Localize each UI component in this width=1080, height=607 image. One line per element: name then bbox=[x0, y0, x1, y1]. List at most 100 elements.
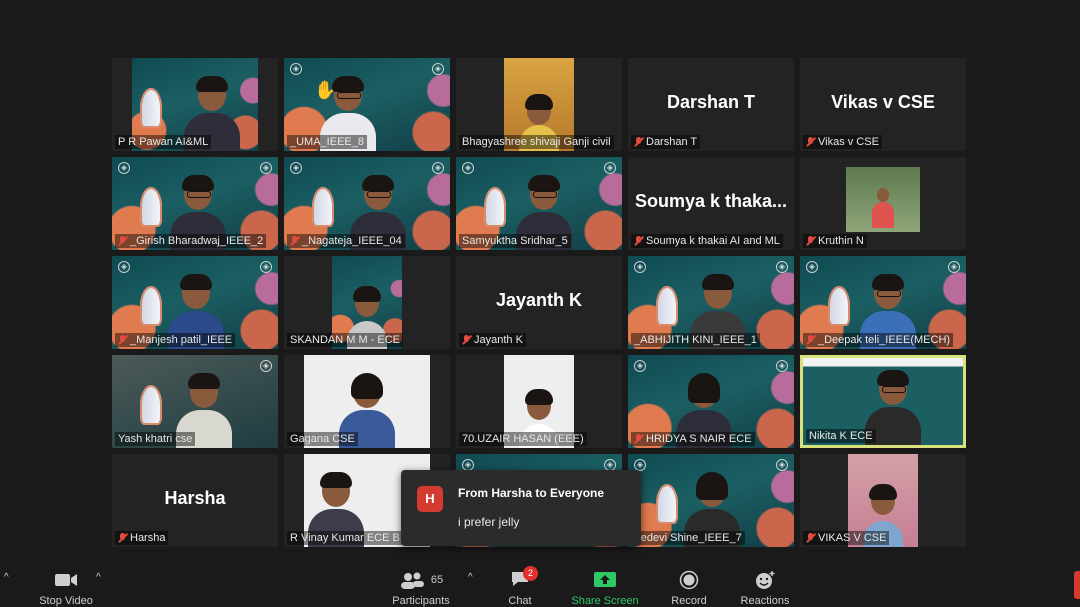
participant-tile[interactable]: ◈ ◈ _Nagateja_IEEE_04 bbox=[284, 157, 450, 250]
stop-video-label: Stop Video bbox=[39, 595, 93, 607]
participant-nametag: Bhagyashree shivaji Ganji civil bbox=[459, 135, 614, 149]
rocket-background-graphic bbox=[484, 187, 506, 227]
participant-nametag: _UMA_IEEE_8 bbox=[287, 135, 367, 149]
participants-icon bbox=[400, 572, 424, 589]
mic-muted-icon bbox=[634, 137, 643, 147]
participant-tile[interactable]: ◈ ◈ Samyuktha Sridhar_5 bbox=[456, 157, 622, 250]
participant-nametag: VIKAS V CSE bbox=[803, 531, 890, 545]
participant-display-name: Vikas v CSE bbox=[831, 92, 935, 112]
participant-nametag: SKANDAN M M - ECE bbox=[287, 333, 404, 347]
virtual-bg-icon: ◈ bbox=[462, 162, 474, 174]
participant-nametag: Nikita K ECE bbox=[806, 429, 876, 443]
participant-nametag: _Manjesh patil_IEEE bbox=[115, 333, 236, 347]
record-icon bbox=[679, 570, 699, 590]
participant-tile[interactable]: SKANDAN M M - ECE bbox=[284, 256, 450, 349]
mic-muted-icon bbox=[118, 533, 127, 543]
participant-tile[interactable]: Jayanth K Jayanth K bbox=[456, 256, 622, 349]
rocket-background-graphic bbox=[828, 286, 850, 326]
virtual-bg-icon: ◈ bbox=[634, 261, 646, 273]
participant-tile[interactable]: ◈ ◈ _ABHIJITH KINI_IEEE_1 bbox=[628, 256, 794, 349]
mic-muted-icon bbox=[118, 335, 127, 345]
virtual-bg-icon: ◈ bbox=[948, 261, 960, 273]
active-speaker-tile[interactable]: Nikita K ECE bbox=[800, 355, 966, 448]
participant-nametag: Gagana CSE bbox=[287, 432, 358, 446]
virtual-bg-icon: ◈ bbox=[260, 261, 272, 273]
video-options-caret-icon[interactable]: ^ bbox=[96, 572, 101, 583]
record-label: Record bbox=[671, 595, 707, 607]
participant-tile[interactable]: ◈ ◈ _Manjesh patil_IEEE bbox=[112, 256, 278, 349]
end-meeting-edge[interactable] bbox=[1074, 571, 1080, 599]
participant-nametag: Kruthin N bbox=[803, 234, 867, 248]
participant-nametag: Harsha bbox=[115, 531, 169, 545]
rocket-background-graphic bbox=[656, 484, 678, 524]
participant-nametag: Soumya k thakai AI and ML bbox=[631, 234, 783, 248]
audio-options-caret-icon[interactable]: ^ bbox=[4, 572, 9, 583]
participant-tile[interactable]: 70.UZAIR HASAN (EEE) bbox=[456, 355, 622, 448]
chat-button[interactable]: 2 Chat bbox=[500, 565, 540, 607]
participant-nametag: Samyuktha Sridhar_5 bbox=[459, 234, 571, 248]
mic-muted-icon bbox=[634, 236, 643, 246]
rocket-background-graphic bbox=[656, 286, 678, 326]
participant-display-name: Darshan T bbox=[666, 92, 756, 112]
virtual-bg-icon: ◈ bbox=[260, 162, 272, 174]
record-button[interactable]: Record bbox=[666, 567, 712, 607]
rocket-background-graphic bbox=[312, 187, 334, 227]
participant-nametag: reedevi Shine_IEEE_7 bbox=[628, 531, 745, 545]
sender-avatar: H bbox=[417, 486, 443, 512]
virtual-bg-icon: ◈ bbox=[776, 459, 788, 471]
rocket-background-graphic bbox=[140, 187, 162, 227]
participant-tile[interactable]: VIKAS V CSE bbox=[800, 454, 966, 547]
reactions-button[interactable]: Reactions bbox=[736, 567, 794, 607]
participant-tile[interactable]: ◈ ◈ HRIDYA S NAIR ECE bbox=[628, 355, 794, 448]
participants-button[interactable]: 65 Participants bbox=[388, 567, 454, 607]
participant-tile[interactable]: P R Pawan AI&ML bbox=[112, 58, 278, 151]
participant-tile[interactable]: Darshan T Darshan T bbox=[628, 58, 794, 151]
participant-tile[interactable]: Harsha Harsha bbox=[112, 454, 278, 547]
participant-nametag: Yash khatri cse bbox=[115, 432, 196, 446]
virtual-bg-icon: ◈ bbox=[634, 360, 646, 372]
participant-tile[interactable]: ◈ ◈ ✋ _UMA_IEEE_8 bbox=[284, 58, 450, 151]
participant-tile[interactable]: Soumya k thaka... Soumya k thakai AI and… bbox=[628, 157, 794, 250]
participant-tile[interactable]: Gagana CSE bbox=[284, 355, 450, 448]
rocket-background-graphic bbox=[140, 385, 162, 425]
participants-options-caret-icon[interactable]: ^ bbox=[468, 572, 473, 583]
participant-display-name: Jayanth K bbox=[495, 290, 583, 310]
participant-display-name: Harsha bbox=[164, 488, 226, 508]
participant-tile[interactable]: ◈ ◈ _Deepak teli_IEEE(MECH) bbox=[800, 256, 966, 349]
participant-nametag: _Girish Bharadwaj_IEEE_2 bbox=[115, 234, 267, 248]
participant-nametag: Vikas v CSE bbox=[803, 135, 882, 149]
virtual-bg-icon: ◈ bbox=[604, 162, 616, 174]
participant-nametag: _Deepak teli_IEEE(MECH) bbox=[803, 333, 954, 347]
mic-muted-icon bbox=[806, 533, 815, 543]
rocket-background-graphic bbox=[140, 286, 162, 326]
mic-muted-icon bbox=[290, 236, 299, 246]
virtual-bg-icon: ◈ bbox=[806, 261, 818, 273]
virtual-bg-icon: ◈ bbox=[290, 162, 302, 174]
participant-tile[interactable]: Bhagyashree shivaji Ganji civil bbox=[456, 58, 622, 151]
participant-nametag: _Nagateja_IEEE_04 bbox=[287, 234, 405, 248]
participant-tile[interactable]: ◈ Yash khatri cse bbox=[112, 355, 278, 448]
participants-label: Participants bbox=[392, 595, 450, 607]
participant-tile[interactable]: ◈ ◈ _Girish Bharadwaj_IEEE_2 bbox=[112, 157, 278, 250]
participant-tile[interactable]: Kruthin N bbox=[800, 157, 966, 250]
participant-tile[interactable]: ◈ ◈ reedevi Shine_IEEE_7 bbox=[628, 454, 794, 547]
participants-count: 65 bbox=[430, 574, 444, 586]
participant-tile[interactable]: Vikas v CSE Vikas v CSE bbox=[800, 58, 966, 151]
virtual-bg-icon: ◈ bbox=[260, 360, 272, 372]
virtual-bg-icon: ◈ bbox=[776, 261, 788, 273]
chat-notification[interactable]: H From Harsha to Everyone i prefer jelly bbox=[401, 470, 641, 546]
participant-nametag: _ABHIJITH KINI_IEEE_1 bbox=[631, 333, 760, 347]
video-camera-icon bbox=[55, 574, 77, 586]
share-screen-button[interactable]: Share Screen bbox=[568, 567, 642, 607]
stop-video-button[interactable]: Stop Video bbox=[36, 567, 96, 607]
mic-muted-icon bbox=[118, 236, 127, 246]
participant-display-name: Soumya k thaka... bbox=[634, 191, 788, 211]
virtual-bg-icon: ◈ bbox=[118, 162, 130, 174]
meeting-toolbar: ^ Stop Video ^ 65 Participants ^ 2 Chat … bbox=[0, 559, 1080, 607]
share-screen-label: Share Screen bbox=[571, 595, 639, 607]
participant-nametag: P R Pawan AI&ML bbox=[115, 135, 212, 149]
virtual-bg-icon: ◈ bbox=[776, 360, 788, 372]
participant-nametag: R Vinay Kumar ECE B bbox=[287, 531, 403, 545]
participant-nametag: Jayanth K bbox=[459, 333, 526, 347]
mic-muted-icon bbox=[806, 335, 815, 345]
